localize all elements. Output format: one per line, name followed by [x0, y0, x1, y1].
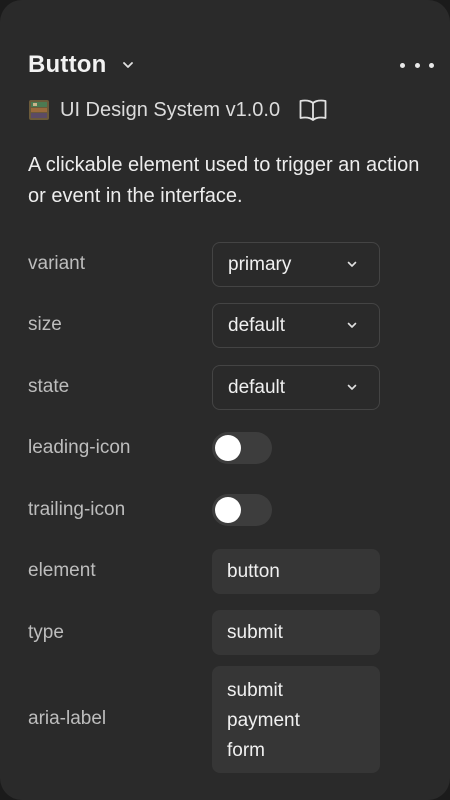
state-select[interactable]: default	[212, 365, 380, 410]
chevron-down-icon	[347, 259, 359, 271]
open-book-icon[interactable]	[298, 98, 328, 122]
chevron-down-icon	[347, 382, 359, 394]
prop-label-variant: variant	[28, 253, 86, 274]
type-input[interactable]: submit	[212, 610, 380, 655]
component-description: A clickable element used to trigger an a…	[28, 154, 420, 207]
prop-label-element: element	[28, 560, 96, 581]
library-info: UI Design System v1.0.0	[28, 96, 328, 124]
library-thumbnail-icon	[29, 100, 49, 120]
element-input[interactable]: button	[212, 549, 380, 594]
prop-label-size: size	[28, 314, 62, 335]
trailing-icon-toggle[interactable]	[212, 494, 272, 526]
state-value: default	[228, 376, 286, 398]
more-options-icon[interactable]	[400, 52, 434, 78]
prop-label-leading-icon: leading-icon	[28, 437, 131, 458]
component-title: Button	[28, 51, 107, 78]
variant-select[interactable]: primary	[212, 242, 380, 287]
component-properties-panel: Button UI Design System v1.0.0 A clickab…	[0, 0, 450, 800]
toggle-knob	[215, 497, 241, 523]
panel-header: Button	[28, 48, 436, 82]
prop-label-trailing-icon: trailing-icon	[28, 499, 126, 520]
library-name: UI Design System v1.0.0	[60, 98, 281, 121]
aria-label-textarea[interactable]: submit payment form	[212, 666, 380, 773]
size-select[interactable]: default	[212, 303, 380, 348]
leading-icon-toggle[interactable]	[212, 432, 272, 464]
chevron-down-icon[interactable]	[121, 58, 135, 72]
variant-value: primary	[228, 253, 292, 275]
size-value: default	[228, 314, 286, 336]
prop-label-aria-label: aria-label	[28, 708, 107, 729]
prop-label-state: state	[28, 376, 70, 397]
chevron-down-icon	[347, 320, 359, 332]
prop-label-type: type	[28, 622, 64, 643]
toggle-knob	[215, 435, 241, 461]
